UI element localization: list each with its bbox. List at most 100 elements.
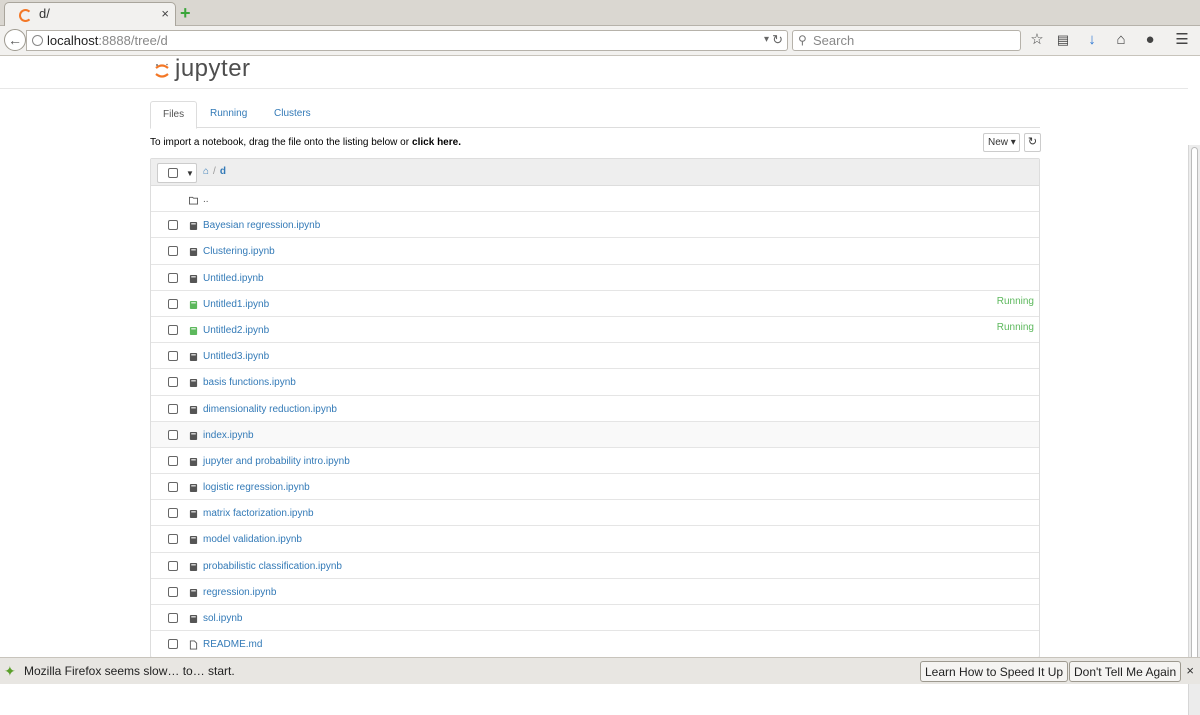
file-row[interactable]: regression.ipynb xyxy=(151,579,1039,605)
row-checkbox[interactable] xyxy=(168,560,178,571)
file-link[interactable]: Bayesian regression.ipynb xyxy=(203,220,320,231)
file-row[interactable]: matrix factorization.ipynb xyxy=(151,500,1039,527)
file-link[interactable]: basis functions.ipynb xyxy=(203,377,296,388)
dont-tell-me-again-button[interactable]: Don't Tell Me Again xyxy=(1069,661,1182,682)
file-row[interactable]: Untitled2.ipynb Running xyxy=(151,317,1039,344)
row-checkbox[interactable] xyxy=(168,351,178,362)
file-row[interactable]: basis functions.ipynb xyxy=(151,369,1039,396)
row-checkbox[interactable] xyxy=(168,429,178,440)
new-dropdown-button[interactable]: New ▾ xyxy=(983,133,1020,152)
select-all-dropdown[interactable]: ▼ xyxy=(157,163,197,183)
row-checkbox[interactable] xyxy=(168,586,178,597)
file-row[interactable]: dimensionality reduction.ipynb xyxy=(151,396,1039,422)
row-checkbox[interactable] xyxy=(168,455,178,466)
notebook-icon xyxy=(189,536,198,545)
row-checkbox[interactable] xyxy=(168,324,178,335)
row-checkbox[interactable] xyxy=(168,377,178,388)
file-row[interactable]: Untitled.ipynb xyxy=(151,265,1039,291)
tab-running[interactable]: Running xyxy=(198,101,259,128)
parent-directory-row[interactable]: .. xyxy=(151,186,1039,213)
refresh-icon: ↻ xyxy=(1027,136,1038,148)
turtle-icon: ✦ xyxy=(4,663,16,679)
row-checkbox[interactable] xyxy=(168,482,178,493)
bookmark-star-icon[interactable]: ☆ xyxy=(1028,31,1046,49)
tab-files[interactable]: Files xyxy=(150,101,198,129)
menu-icon[interactable]: ☰ xyxy=(1173,31,1191,49)
running-status: Running xyxy=(996,321,1034,333)
file-link[interactable]: README.md xyxy=(203,639,262,650)
row-checkbox[interactable] xyxy=(168,272,178,283)
search-placeholder: Search xyxy=(813,33,855,48)
file-link[interactable]: Untitled2.ipynb xyxy=(203,325,269,336)
file-link[interactable]: index.ipynb xyxy=(203,430,254,441)
file-link[interactable]: Untitled3.ipynb xyxy=(203,351,269,362)
file-link[interactable]: model validation.ipynb xyxy=(203,534,302,545)
tab-title: d/ xyxy=(39,6,50,21)
file-row[interactable]: sol.ipynb xyxy=(151,605,1039,632)
parent-directory-link[interactable]: .. xyxy=(203,194,209,205)
row-checkbox[interactable] xyxy=(168,220,178,231)
tab-clusters[interactable]: Clusters xyxy=(262,101,323,128)
click-here-link[interactable]: click here. xyxy=(412,137,461,148)
file-link[interactable]: Untitled1.ipynb xyxy=(203,299,269,310)
file-row[interactable]: index.ipynb xyxy=(151,421,1039,448)
globe-icon xyxy=(32,35,43,46)
jupyter-logo-icon xyxy=(155,63,169,78)
file-row[interactable]: Untitled3.ipynb xyxy=(151,343,1039,370)
file-row[interactable]: Clustering.ipynb xyxy=(151,238,1039,265)
reload-icon[interactable]: ↻ xyxy=(772,32,783,48)
url-bar[interactable]: localhost:8888/tree/d ▾ ↻ xyxy=(26,30,788,51)
file-link[interactable]: regression.ipynb xyxy=(203,587,276,598)
row-checkbox[interactable] xyxy=(168,639,178,650)
folder-icon xyxy=(189,196,198,205)
reading-list-icon[interactable]: ▤ xyxy=(1054,31,1072,49)
row-checkbox[interactable] xyxy=(168,534,178,545)
notebook-icon xyxy=(189,379,198,388)
new-tab-icon[interactable]: + xyxy=(180,4,191,22)
home-icon[interactable]: ⌂ xyxy=(1112,31,1130,49)
back-button[interactable]: ← xyxy=(4,29,26,51)
close-notification-icon[interactable]: × xyxy=(1186,663,1194,678)
file-row[interactable]: Bayesian regression.ipynb xyxy=(151,212,1039,239)
breadcrumb-folder[interactable]: d xyxy=(220,166,226,177)
scrollbar-thumb[interactable] xyxy=(1191,147,1198,663)
file-link[interactable]: logistic regression.ipynb xyxy=(203,482,310,493)
file-row[interactable]: Untitled1.ipynb Running xyxy=(151,291,1039,317)
file-row[interactable]: jupyter and probability intro.ipynb xyxy=(151,448,1039,475)
loading-icon xyxy=(19,9,32,22)
row-checkbox[interactable] xyxy=(168,246,178,257)
learn-speed-up-button[interactable]: Learn How to Speed It Up xyxy=(920,661,1069,682)
chat-icon[interactable]: ● xyxy=(1141,31,1159,49)
file-link[interactable]: Untitled.ipynb xyxy=(203,273,264,284)
file-link[interactable]: matrix factorization.ipynb xyxy=(203,508,314,519)
file-link[interactable]: Clustering.ipynb xyxy=(203,246,275,257)
file-link[interactable]: sol.ipynb xyxy=(203,613,242,624)
download-icon[interactable]: ↓ xyxy=(1083,31,1101,49)
select-all-checkbox[interactable] xyxy=(168,168,178,178)
file-row[interactable]: logistic regression.ipynb xyxy=(151,474,1039,501)
row-checkbox[interactable] xyxy=(168,403,178,414)
notebook-icon xyxy=(189,457,198,466)
file-row[interactable]: probabilistic classification.ipynb xyxy=(151,553,1039,579)
file-row[interactable]: README.md xyxy=(151,631,1039,657)
row-checkbox[interactable] xyxy=(168,613,178,623)
row-checkbox[interactable] xyxy=(168,508,178,519)
close-tab-icon[interactable]: × xyxy=(161,6,169,21)
row-checkbox[interactable] xyxy=(168,298,178,309)
notebook-icon xyxy=(189,614,198,624)
notebook-icon xyxy=(189,510,198,519)
vertical-scrollbar[interactable] xyxy=(1188,145,1200,715)
file-link[interactable]: dimensionality reduction.ipynb xyxy=(203,404,337,415)
file-link[interactable]: probabilistic classification.ipynb xyxy=(203,561,342,572)
dashboard-tabs: Files Running Clusters xyxy=(150,101,1040,129)
home-icon[interactable]: ⌂ xyxy=(203,166,209,177)
notebook-icon xyxy=(189,405,198,414)
search-bar[interactable]: ⚲ Search xyxy=(792,30,1021,51)
refresh-button[interactable]: ↻ xyxy=(1024,133,1041,152)
notebook-icon xyxy=(189,274,198,283)
history-dropdown-icon[interactable]: ▾ xyxy=(764,34,769,45)
caret-down-icon[interactable]: ▼ xyxy=(186,169,194,178)
browser-tab[interactable]: d/ × xyxy=(4,2,176,26)
file-row[interactable]: model validation.ipynb xyxy=(151,526,1039,553)
file-link[interactable]: jupyter and probability intro.ipynb xyxy=(203,456,350,467)
